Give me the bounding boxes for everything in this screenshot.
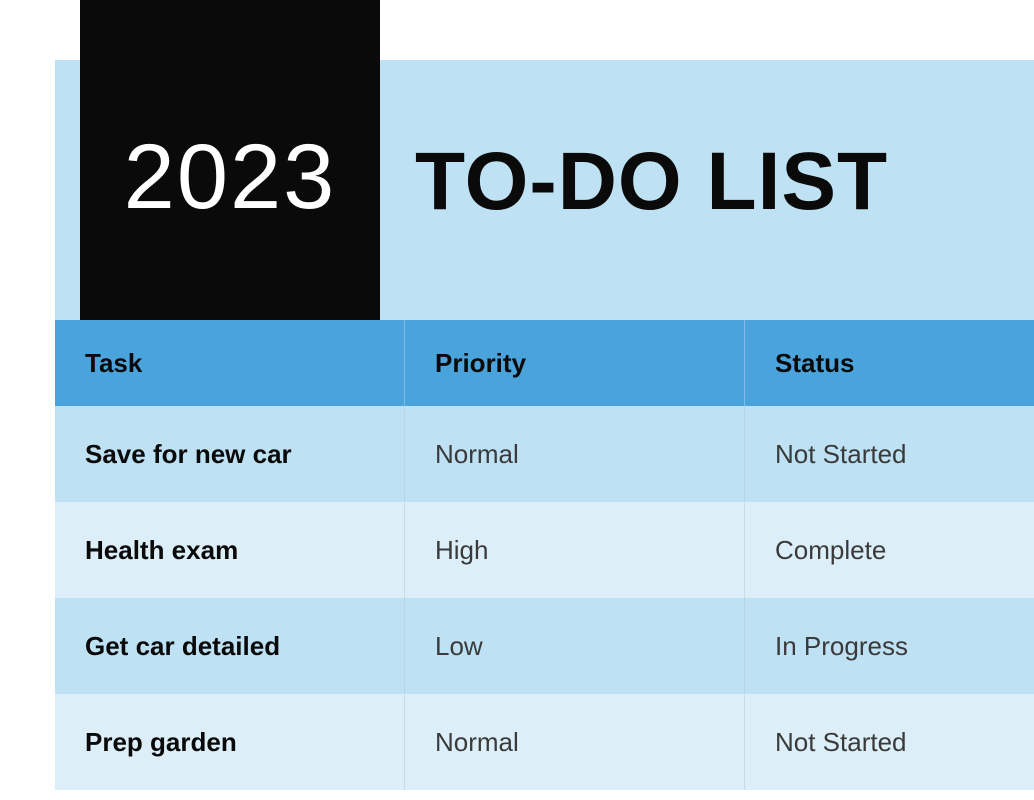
col-header-task: Task — [85, 348, 142, 379]
task-priority: Normal — [435, 727, 519, 758]
todo-table: Task Priority Status Save for new car No… — [55, 320, 1034, 790]
task-status: Not Started — [775, 439, 907, 470]
task-status: In Progress — [775, 631, 908, 662]
year-label: 2023 — [124, 125, 337, 230]
year-box: 2023 — [80, 0, 380, 320]
task-name: Health exam — [85, 535, 238, 566]
table-row: Get car detailed Low In Progress — [55, 598, 1034, 694]
table-row: Save for new car Normal Not Started — [55, 406, 1034, 502]
task-status: Not Started — [775, 727, 907, 758]
task-name: Prep garden — [85, 727, 237, 758]
task-priority: High — [435, 535, 488, 566]
table-row: Prep garden Normal Not Started — [55, 694, 1034, 790]
col-header-status: Status — [775, 348, 854, 379]
task-name: Save for new car — [85, 439, 292, 470]
table-header-row: Task Priority Status — [55, 320, 1034, 406]
col-header-priority: Priority — [435, 348, 526, 379]
task-priority: Low — [435, 631, 483, 662]
task-name: Get car detailed — [85, 631, 280, 662]
task-priority: Normal — [435, 439, 519, 470]
table-row: Health exam High Complete — [55, 502, 1034, 598]
page-title: TO-DO LIST — [415, 135, 888, 229]
task-status: Complete — [775, 535, 886, 566]
